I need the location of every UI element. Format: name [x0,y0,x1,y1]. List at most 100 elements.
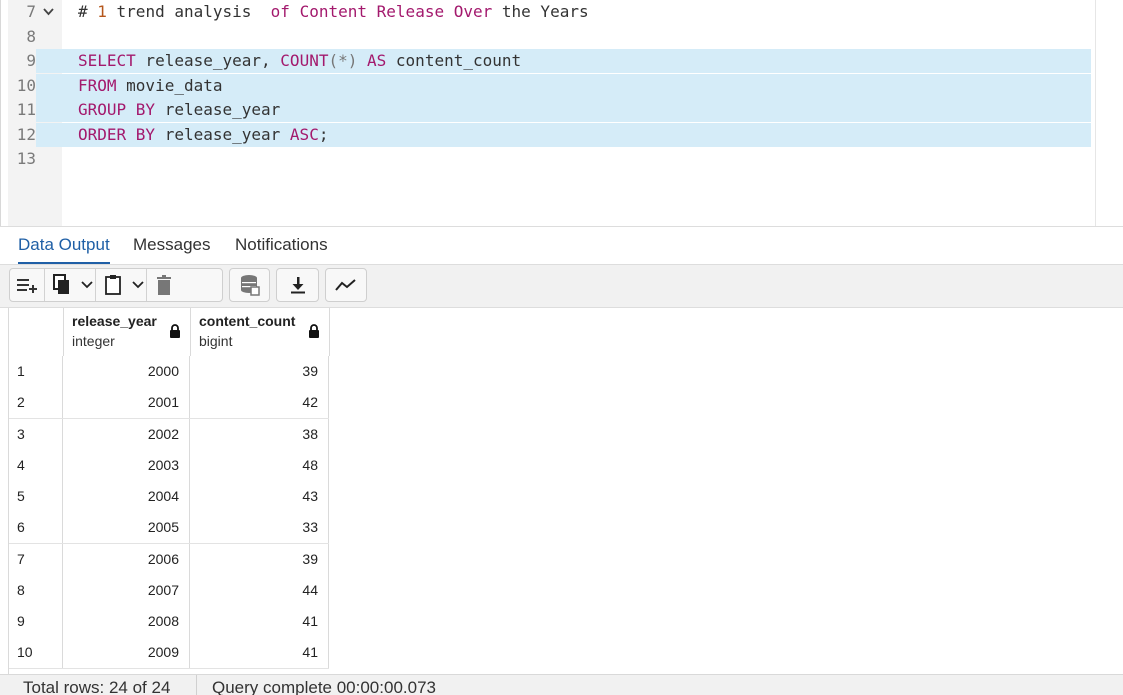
code-token: content_count [386,51,522,70]
table-row[interactable]: 6 2005 33 [8,512,329,544]
content-count-cell[interactable]: 42 [191,387,329,418]
release-year-cell[interactable]: 2000 [64,356,190,387]
release-year-cell[interactable]: 2005 [64,512,190,543]
content-count-cell[interactable]: 38 [191,419,329,450]
row-number-cell[interactable]: 2 [8,387,63,418]
content-count-cell[interactable]: 48 [191,450,329,481]
code-text[interactable]: FROM movie_data [70,74,223,98]
row-number-cell[interactable]: 3 [8,419,63,450]
delete-icon [157,275,171,295]
paste-button[interactable] [96,269,130,301]
result-tabs: Data Output Messages Notifications [0,227,1123,265]
content-count-cell[interactable]: 41 [191,637,329,668]
row-number-header[interactable] [8,308,64,356]
release-year-cell[interactable]: 2003 [64,450,190,481]
content-count-cell[interactable]: 41 [191,606,329,637]
code-token: ; [318,125,329,144]
content-count-cell[interactable]: 33 [191,512,329,543]
add-row-button[interactable] [10,269,44,301]
table-row[interactable]: 3 2002 38 [8,419,329,451]
release-year-cell[interactable]: 2007 [64,575,190,606]
tab-messages[interactable]: Messages [133,235,210,263]
row-number-cell[interactable]: 6 [8,512,63,543]
column-header-content-count[interactable]: content_count bigint [191,308,330,356]
sql-keyword: COUNT [280,51,329,70]
column-header-release-year[interactable]: release_year integer [64,308,191,356]
sql-keyword: Release [376,2,445,21]
fold-chevron-icon[interactable] [43,0,54,24]
line-number: 7 [8,0,36,24]
sql-keyword: AS [367,51,387,70]
table-row[interactable]: 7 2006 39 [8,544,329,576]
content-count-cell[interactable]: 44 [191,575,329,606]
sql-keyword: FROM [78,76,117,95]
save-data-button[interactable] [230,269,269,301]
add-row-icon [17,279,37,293]
table-row[interactable]: 1 2000 39 [8,356,329,388]
table-row[interactable]: 10 2009 41 [8,637,329,669]
table-row[interactable]: 5 2004 43 [8,481,329,513]
sql-keyword: GROUP BY [78,100,156,119]
editor-line[interactable]: 13 [8,147,1091,171]
table-row[interactable]: 4 2003 48 [8,450,329,482]
query-editor[interactable]: 7 # 1 trend analysis of Content Release O… [0,0,1123,227]
content-count-cell[interactable]: 39 [191,356,329,387]
download-group [276,268,319,302]
code-token: release_year, [135,51,281,70]
row-number-cell[interactable]: 9 [8,606,63,637]
editor-line[interactable]: 7 # 1 trend analysis of Content Release O… [8,0,1091,24]
code-text[interactable]: SELECT release_year, COUNT(*) AS content… [70,49,521,73]
status-bar: Total rows: 24 of 24 Query complete 00:0… [0,674,1123,695]
copy-button[interactable] [45,269,79,301]
column-name: content_count [199,313,296,329]
status-separator [196,675,197,695]
grid-left-border [8,308,9,674]
download-button[interactable] [277,269,318,301]
table-row[interactable]: 9 2008 41 [8,606,329,638]
copy-options-button[interactable] [79,269,95,301]
code-token: # [78,2,98,21]
row-number-cell[interactable]: 7 [8,544,63,575]
code-text[interactable]: GROUP BY release_year [70,98,280,122]
release-year-cell[interactable]: 2004 [64,481,190,512]
editor-line[interactable]: 9 SELECT release_year, COUNT(*) AS conten… [8,49,1091,73]
graph-visualiser-group [325,268,367,302]
delete-button[interactable] [147,269,181,301]
editor-line[interactable]: 10 FROM movie_data [8,74,1091,98]
editor-line[interactable]: 11 GROUP BY release_year [8,98,1091,122]
tab-data-output[interactable]: Data Output [18,235,110,265]
number-token: 1 [97,2,107,21]
chevron-down-icon [132,281,144,289]
graph-visualiser-button[interactable] [326,269,366,301]
release-year-cell[interactable]: 2008 [64,606,190,637]
result-grid[interactable]: release_year integer content_count bigin… [8,308,330,674]
row-number-cell[interactable]: 1 [8,356,63,387]
table-row[interactable]: 2 2001 42 [8,387,329,419]
tab-notifications[interactable]: Notifications [235,235,328,263]
editor-line[interactable]: 8 [8,25,1091,49]
line-number: 10 [8,74,36,98]
release-year-cell[interactable]: 2001 [64,387,190,418]
table-row[interactable]: 8 2007 44 [8,575,329,607]
download-icon [290,277,305,294]
code-token: trend analysis [106,2,271,21]
row-number-cell[interactable]: 10 [8,637,63,668]
edit-button-group [9,268,223,302]
editor-line[interactable]: 12 ORDER BY release_year ASC; [8,123,1091,147]
content-count-cell[interactable]: 43 [191,481,329,512]
release-year-cell[interactable]: 2006 [64,544,190,575]
code-text[interactable]: # 1 trend analysis of Content Release Ov… [70,0,589,24]
code-token: (*) [328,51,358,70]
release-year-cell[interactable]: 2002 [64,419,190,450]
row-number-cell[interactable]: 5 [8,481,63,512]
content-count-cell[interactable]: 39 [191,544,329,575]
release-year-cell[interactable]: 2009 [64,637,190,668]
code-text[interactable]: ORDER BY release_year ASC; [70,123,328,147]
paste-options-button[interactable] [130,269,146,301]
lock-icon [170,324,180,338]
row-number-cell[interactable]: 4 [8,450,63,481]
column-type: bigint [199,333,233,349]
row-number-cell[interactable]: 8 [8,575,63,606]
